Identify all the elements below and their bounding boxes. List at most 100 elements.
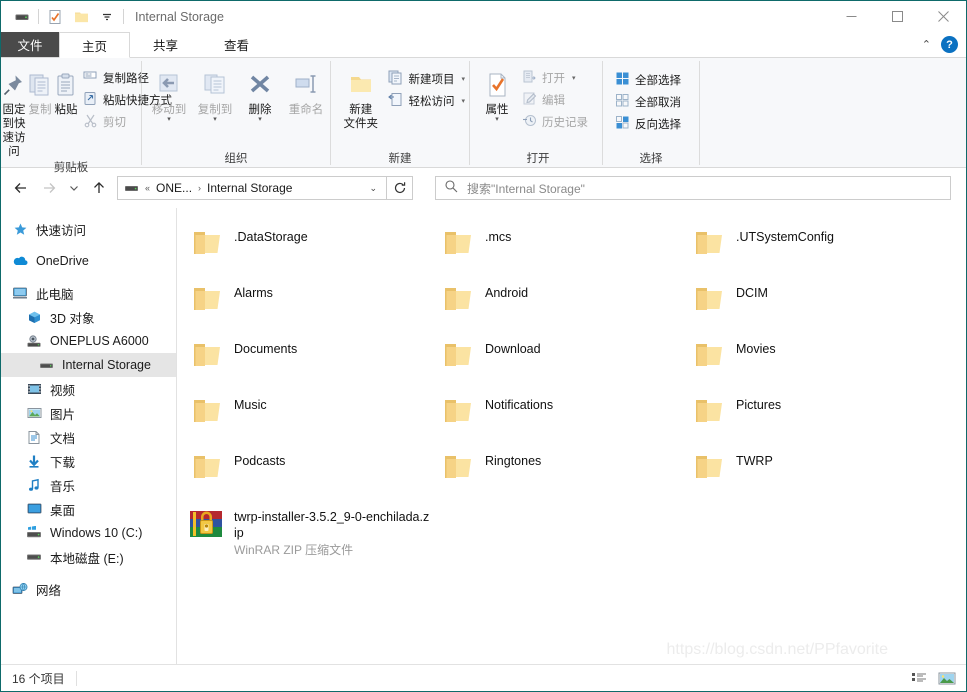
details-view-icon[interactable] [908,668,930,688]
chevron-up-icon[interactable]: ⌃ [922,38,931,51]
refresh-button[interactable] [387,176,413,200]
list-item[interactable]: DCIM [685,278,936,334]
list-item[interactable]: Ringtones [434,446,685,502]
easy-access-button[interactable]: 轻松访问 ▾ [384,90,469,112]
help-icon[interactable]: ? [941,36,958,53]
recent-locations-button[interactable] [63,174,85,202]
properties-button[interactable]: 属性 ▾ [476,64,518,123]
select-none-icon [615,93,630,111]
window-controls [828,1,966,32]
sidebar-item-windows-c[interactable]: Windows 10 (C:) [1,521,176,545]
select-none-button[interactable]: 全部取消 [611,91,685,113]
address-path-box[interactable]: « ONE... › Internal Storage ⌄ [117,176,387,200]
breadcrumb-separator[interactable]: › [195,183,204,193]
tab-home[interactable]: 主页 [59,32,131,58]
back-button[interactable] [7,174,35,202]
sidebar-item-pictures[interactable]: 图片 [1,401,176,425]
minimize-button[interactable] [828,1,874,32]
list-item[interactable]: Pictures [685,390,936,446]
copy-to-button[interactable]: 复制到 ▾ [192,64,238,123]
chevron-down-icon[interactable]: ▾ [167,116,171,123]
ribbon-group-organize: 移动到 ▾ 复制到 ▾ 删除 ▾ 重命名 组织 [142,58,330,168]
list-item[interactable]: Podcasts [183,446,434,502]
chevron-down-icon-7[interactable]: ▾ [572,74,576,82]
customize-qat-icon[interactable] [94,6,120,28]
chevron-down-icon-3[interactable]: ▾ [258,116,262,123]
navigation-pane[interactable]: 快速访问 OneDrive 此电脑 3D 对象 ONEPLUS A6000 In… [1,208,177,664]
list-item[interactable]: .UTSystemConfig [685,222,936,278]
sidebar-item-onedrive[interactable]: OneDrive [1,249,176,273]
sidebar-item-oneplus-a6000[interactable]: ONEPLUS A6000 [1,329,176,353]
forward-button[interactable] [35,174,63,202]
select-all-button[interactable]: 全部选择 [611,69,685,91]
select-all-label: 全部选择 [635,75,681,87]
list-item[interactable]: Movies [685,334,936,390]
sidebar-item-this-pc[interactable]: 此电脑 [1,281,176,305]
new-item-label: 新建项目 [408,74,455,86]
onedrive-cloud-icon [11,253,29,269]
properties-icon[interactable] [42,6,68,28]
list-item[interactable]: Notifications [434,390,685,446]
rename-button[interactable]: 重命名 [282,64,330,117]
tab-file[interactable]: 文件 [1,32,59,57]
chevron-down-icon-4[interactable]: ▾ [461,75,465,83]
copy-to-icon [201,68,229,102]
list-item[interactable]: Music [183,390,434,446]
invert-selection-label: 反向选择 [635,119,681,131]
file-name: Ringtones [485,454,542,468]
sidebar-item-videos[interactable]: 视频 [1,377,176,401]
delete-button[interactable]: 删除 ▾ [238,64,282,123]
new-folder-icon[interactable] [68,6,94,28]
list-item[interactable]: .mcs [434,222,685,278]
path-overflow[interactable]: « [142,183,153,193]
phone-device-icon [25,333,43,349]
list-item[interactable]: Download [434,334,685,390]
invert-selection-button[interactable]: 反向选择 [611,113,685,135]
edit-button[interactable]: 编辑 [518,89,592,111]
sidebar-item-desktop[interactable]: 桌面 [1,497,176,521]
search-box[interactable]: 搜索"Internal Storage" [435,176,951,200]
sidebar-item-music[interactable]: 音乐 [1,473,176,497]
new-item-button[interactable]: 新建项目 ▾ [384,68,469,90]
drive-icon-e [25,549,43,565]
chevron-down-icon-5[interactable]: ▾ [461,97,465,105]
sidebar-item-internal-storage[interactable]: Internal Storage [1,353,176,377]
copy-button[interactable]: 复制 [27,64,53,117]
chevron-down-icon-2[interactable]: ▾ [213,116,217,123]
open-small-commands: 打开 ▾ 编辑 历史记录 [518,64,592,133]
large-icons-view-icon[interactable] [936,668,958,688]
sidebar-label-pictures: 图片 [50,407,76,422]
open-label: 打开 [542,73,565,85]
paste-button[interactable]: 粘贴 [53,64,79,117]
close-button[interactable] [920,1,966,32]
pin-to-quick-access-button[interactable]: 固定到快 速访问 [1,64,27,159]
drive-icon[interactable] [9,6,35,28]
sidebar-item-downloads[interactable]: 下载 [1,449,176,473]
file-list-pane[interactable]: .DataStorage .mcs .UTSystemConfig Alarms… [177,208,966,664]
list-item[interactable]: .DataStorage [183,222,434,278]
tab-view[interactable]: 查看 [201,32,272,57]
list-item[interactable]: Alarms [183,278,434,334]
sidebar-item-quick-access[interactable]: 快速访问 [1,217,176,241]
open-button[interactable]: 打开 ▾ [518,67,592,89]
chevron-down-icon-address[interactable]: ⌄ [362,183,384,194]
chevron-down-icon-6[interactable]: ▾ [495,116,499,123]
move-to-button[interactable]: 移动到 ▾ [146,64,192,123]
sidebar-label-music: 音乐 [50,479,76,494]
breadcrumb-internal-storage[interactable]: Internal Storage [204,181,295,195]
up-button[interactable] [85,174,113,202]
sidebar-item-3d-objects[interactable]: 3D 对象 [1,305,176,329]
maximize-button[interactable] [874,1,920,32]
list-item[interactable]: TWRP [685,446,936,502]
list-item[interactable]: Android [434,278,685,334]
new-folder-button[interactable]: 新建 文件夹 [337,64,384,131]
tab-share[interactable]: 共享 [130,32,201,57]
list-item[interactable]: twrp-installer-3.5.2_9-0-enchilada.zip W… [183,502,443,558]
sidebar-item-documents[interactable]: 文档 [1,425,176,449]
sidebar-item-local-disk-e[interactable]: 本地磁盘 (E:) [1,545,176,569]
list-item[interactable]: Documents [183,334,434,390]
sidebar-item-network[interactable]: 网络 [1,577,176,601]
winrar-zip-icon [187,504,225,541]
breadcrumb-device[interactable]: ONE... [153,181,195,195]
history-button[interactable]: 历史记录 [518,111,592,133]
